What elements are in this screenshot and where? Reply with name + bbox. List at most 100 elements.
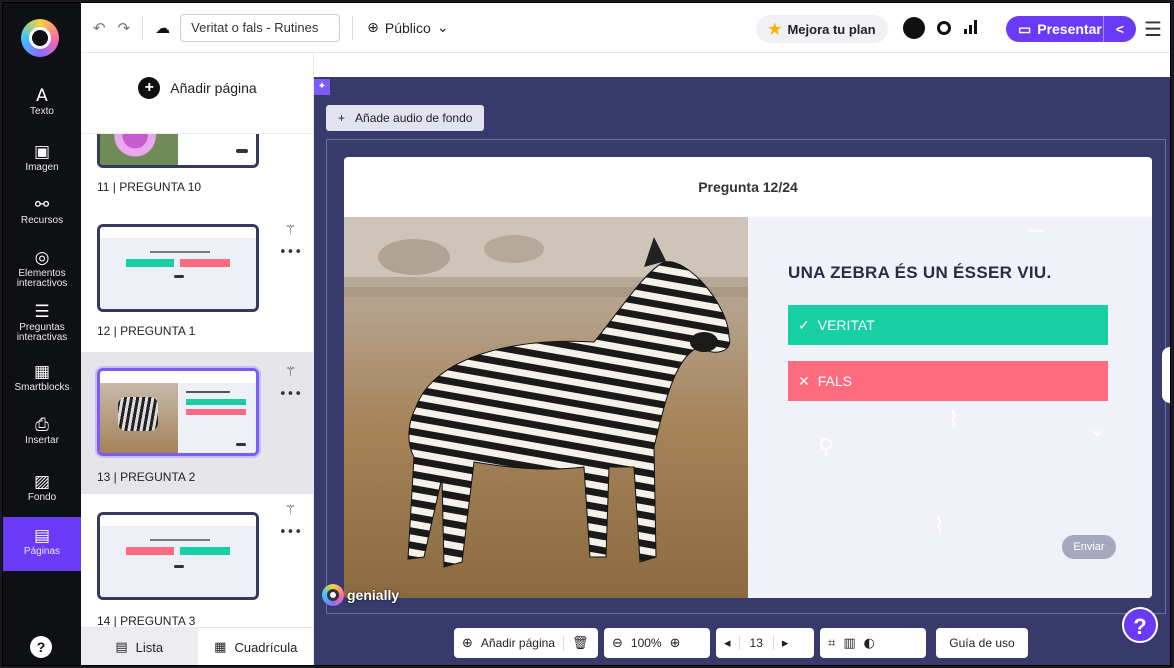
plus-icon: + bbox=[138, 77, 161, 99]
divider bbox=[352, 15, 354, 40]
brand-label: genially bbox=[347, 587, 400, 603]
list-view-button[interactable]: ▤ Lista bbox=[81, 628, 198, 665]
page-thumbnail[interactable] bbox=[97, 134, 259, 168]
interactive-elements-icon: ◎ bbox=[34, 248, 50, 268]
page-label: 14 | PREGUNTA 3 bbox=[97, 614, 196, 627]
present-icon: ▭ bbox=[1018, 20, 1032, 37]
page-thumbnail[interactable] bbox=[97, 512, 259, 600]
left-rail: A Texto ▣ Imagen ⚯ Recursos ◎ Elementos inte… bbox=[3, 3, 81, 665]
rail-item-preguntas-interactivas[interactable]: ☰ Preguntas interactivas bbox=[3, 303, 81, 343]
hamburger-menu-icon[interactable]: ☰ bbox=[1144, 17, 1162, 41]
visibility-dropdown[interactable]: ⊕ Público ⌄ bbox=[367, 19, 448, 36]
slide[interactable]: Pregunta 12/24 ∼ UNA ZEBRA ÉS UN ÉSSER V… bbox=[344, 157, 1152, 598]
globe-icon: ⊕ bbox=[367, 19, 379, 36]
rail-item-imagen[interactable]: ▣ Imagen bbox=[3, 143, 81, 173]
genially-logo-icon bbox=[322, 584, 344, 606]
rail-item-insertar[interactable]: ⎙ Insertar bbox=[3, 416, 81, 446]
grid-icon: ▦ bbox=[214, 640, 227, 655]
zoom-toolbar: ⊖ 100% ⊕ bbox=[604, 628, 710, 658]
magic-wand-icon[interactable]: ⚚ bbox=[279, 362, 302, 384]
zoom-out-icon[interactable]: ⊖ bbox=[612, 636, 623, 651]
question-text[interactable]: UNA ZEBRA ÉS UN ÉSSER VIU. bbox=[788, 263, 1051, 283]
answer-false-label: FALS bbox=[817, 373, 852, 389]
send-button[interactable]: Enviar bbox=[1062, 535, 1116, 559]
page-tools[interactable]: ⚚ ••• bbox=[279, 220, 302, 264]
page-thumbnail[interactable] bbox=[97, 368, 259, 456]
next-page-icon[interactable]: ▸ bbox=[782, 636, 789, 651]
upgrade-plan-button[interactable]: ★ Mejora tu plan bbox=[756, 15, 888, 43]
page-thumbnail[interactable] bbox=[97, 224, 259, 312]
pin-icon[interactable]: ✦ bbox=[314, 79, 330, 95]
interactive-questions-icon: ☰ bbox=[34, 302, 50, 322]
page-item-11[interactable]: 11 | PREGUNTA 10 bbox=[81, 134, 314, 194]
page-tools[interactable]: ⚚ ••• bbox=[279, 500, 302, 544]
more-options-icon[interactable]: ••• bbox=[279, 522, 302, 544]
page-tools[interactable]: ⚚ ••• bbox=[279, 362, 302, 406]
add-page-bottom-button[interactable]: Añadir página bbox=[481, 636, 555, 650]
grid-guides-icon[interactable]: ⌗ bbox=[828, 636, 835, 651]
rail-item-elementos-interactivos[interactable]: ◎ Elementos interactivos bbox=[3, 249, 81, 289]
zebra-illustration bbox=[344, 217, 748, 568]
star-icon: ★ bbox=[768, 21, 782, 38]
answer-true-label: VERITAT bbox=[817, 317, 875, 333]
project-title-input[interactable]: Veritat o fals - Rutines bbox=[180, 13, 341, 42]
previous-page-icon[interactable]: ◂ bbox=[724, 636, 731, 651]
rail-item-paginas[interactable]: ▤ Páginas bbox=[3, 517, 81, 571]
genially-watermark: genially bbox=[322, 584, 399, 606]
page-item-13[interactable]: ⚚ ••• 13 | PREGUNTA 2 bbox=[81, 352, 314, 494]
rail-item-recursos[interactable]: ⚯ Recursos bbox=[3, 196, 81, 226]
page-item-12[interactable]: ⚚ ••• 12 | PREGUNTA 1 bbox=[81, 214, 314, 356]
answer-true-button[interactable]: ✓ VERITAT bbox=[788, 305, 1108, 345]
decorative-squiggle: ⌇ bbox=[948, 407, 959, 432]
page-navigation: ◂ 13 ▸ bbox=[716, 628, 814, 658]
genially-logo[interactable] bbox=[21, 19, 59, 57]
page-label: 13 | PREGUNTA 2 bbox=[97, 470, 196, 484]
check-icon: ✓ bbox=[798, 316, 810, 333]
image-icon: ▣ bbox=[33, 142, 51, 162]
more-options-icon[interactable]: ••• bbox=[279, 384, 302, 406]
editor-canvas[interactable]: ✦ + Añade audio de fondo Pregunta 12/24 bbox=[314, 77, 1170, 665]
help-icon[interactable]: ? bbox=[30, 636, 52, 658]
rail-item-texto[interactable]: A Texto bbox=[3, 87, 81, 117]
share-icon[interactable]: < bbox=[1104, 21, 1136, 37]
stats-icon[interactable] bbox=[964, 20, 977, 34]
theme-icon[interactable]: ◐ bbox=[864, 636, 875, 651]
grid-view-button[interactable]: ▦ Cuadrícula bbox=[198, 628, 315, 665]
guide-button[interactable]: Guía de uso bbox=[936, 628, 1028, 658]
page-number[interactable]: 13 bbox=[738, 636, 774, 650]
rail-item-fondo[interactable]: ▨ Fondo bbox=[3, 473, 81, 503]
avatar[interactable] bbox=[903, 17, 925, 39]
preview-eye-icon[interactable] bbox=[937, 21, 951, 35]
rail-label: Smartblocks bbox=[14, 382, 70, 393]
redo-icon[interactable]: ↷ bbox=[118, 19, 131, 37]
trash-icon[interactable]: 🗑 bbox=[562, 635, 588, 651]
add-circle-icon[interactable]: ⊕ bbox=[462, 636, 473, 651]
zoom-level: 100% bbox=[630, 636, 662, 650]
magic-wand-icon[interactable]: ⚚ bbox=[279, 500, 302, 522]
rail-item-smartblocks[interactable]: ▦ Smartblocks bbox=[3, 363, 81, 393]
page-item-14[interactable]: ⚚ ••• 14 | PREGUNTA 3 bbox=[81, 494, 314, 627]
divider bbox=[142, 15, 144, 40]
pages-list[interactable]: 11 | PREGUNTA 10 ⚚ ••• 12 | PREGUNTA 1 ⚚… bbox=[81, 133, 314, 627]
undo-icon[interactable]: ↶ bbox=[93, 19, 106, 37]
add-page-button[interactable]: + Añadir página bbox=[81, 77, 314, 99]
zebra-image[interactable] bbox=[344, 217, 748, 598]
help-question-icon[interactable]: ? bbox=[1122, 607, 1158, 643]
rail-label: Insertar bbox=[25, 435, 59, 446]
rail-label: Texto bbox=[30, 106, 54, 117]
add-background-audio-button[interactable]: + Añade audio de fondo bbox=[326, 105, 485, 131]
magic-wand-icon[interactable]: ⚚ bbox=[279, 220, 302, 242]
list-view-label: Lista bbox=[135, 640, 164, 655]
layout-icon[interactable]: ▥ bbox=[843, 636, 855, 651]
visibility-label: Público bbox=[384, 19, 431, 36]
present-button[interactable]: ▭ Presentar < bbox=[1006, 16, 1136, 42]
zoom-in-icon[interactable]: ⊕ bbox=[670, 636, 681, 651]
app-window: A Texto ▣ Imagen ⚯ Recursos ◎ Elementos inte… bbox=[2, 2, 1171, 666]
answer-false-button[interactable]: ✕ FALS bbox=[788, 361, 1108, 401]
side-panel-handle[interactable]: ⋮ bbox=[1162, 347, 1170, 403]
more-options-icon[interactable]: ••• bbox=[279, 242, 302, 264]
decorative-squiggle: ∼ bbox=[1028, 219, 1047, 244]
page-label: 11 | PREGUNTA 10 bbox=[97, 180, 202, 194]
page-actions-toolbar: ⊕ Añadir página 🗑 bbox=[454, 628, 598, 658]
slide-title[interactable]: Pregunta 12/24 bbox=[344, 157, 1152, 217]
